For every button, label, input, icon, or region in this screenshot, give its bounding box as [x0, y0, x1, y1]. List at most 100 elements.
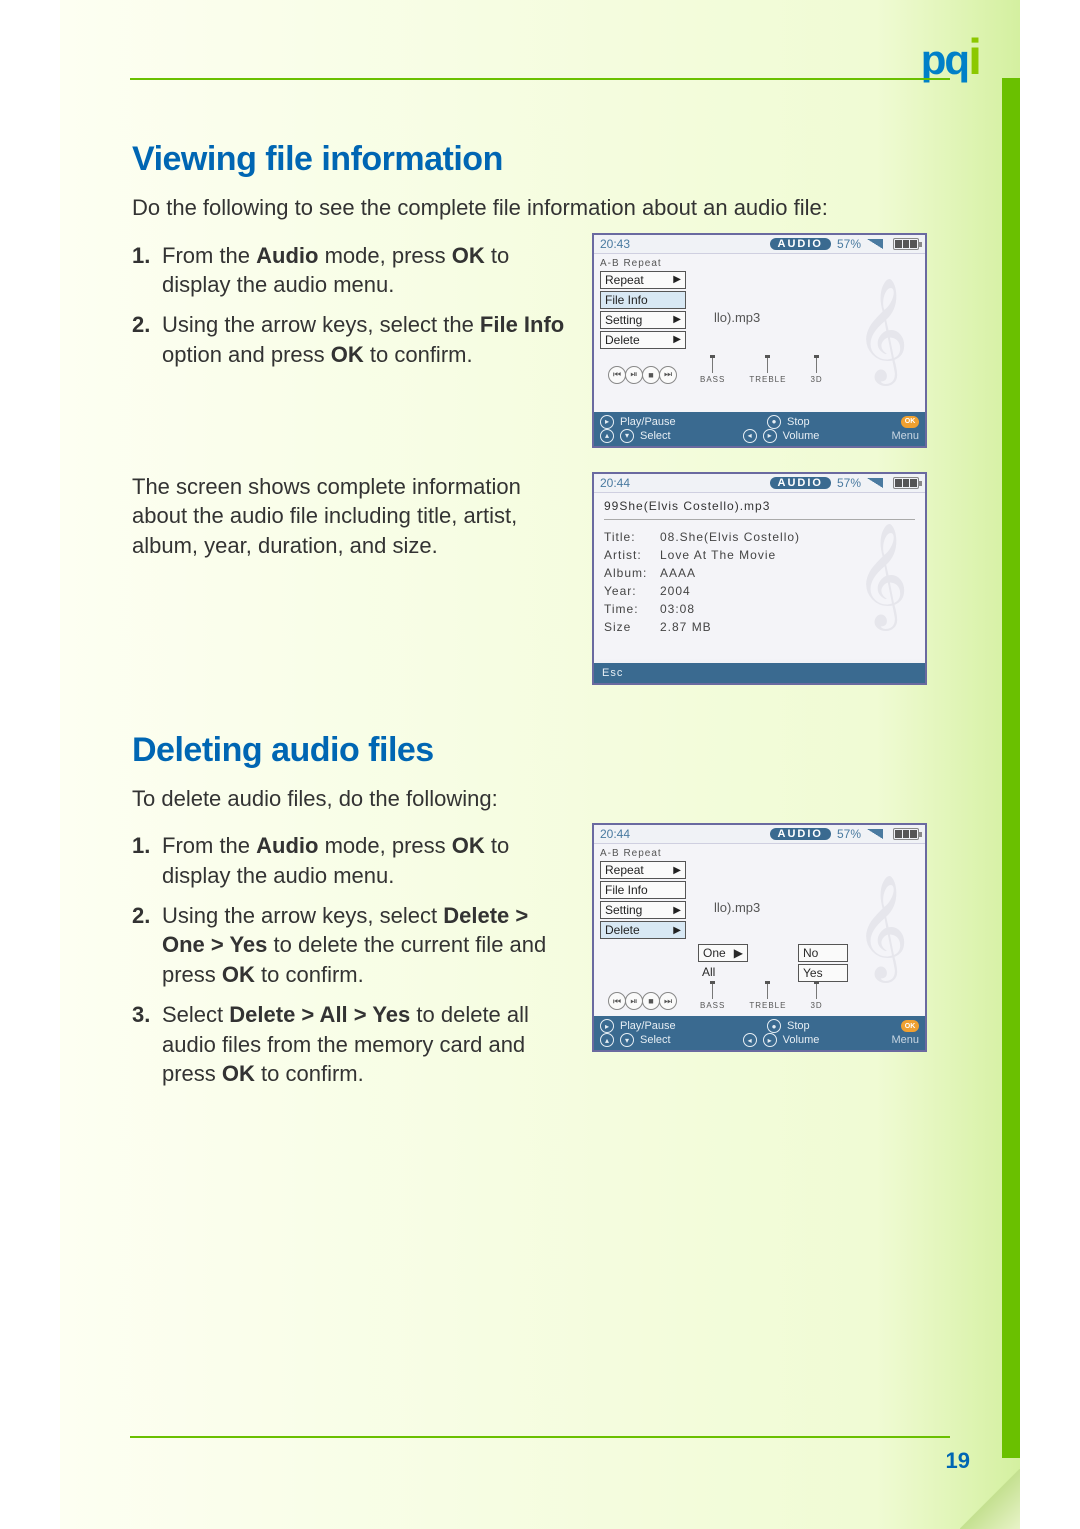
section1-intro: Do the following to see the complete fil…: [132, 193, 952, 223]
softkey-label: Stop: [787, 1020, 810, 1032]
header-rule: [130, 78, 950, 80]
menu-item-delete[interactable]: Delete ▶: [600, 921, 686, 939]
softkey-label: Menu: [891, 1034, 919, 1046]
section1-row2: The screen shows complete information ab…: [132, 472, 952, 685]
menu-item-setting[interactable]: Setting ▶: [600, 901, 686, 919]
menu-label: Setting: [605, 903, 642, 917]
info-value: Love At The Movie: [660, 546, 776, 564]
step-text: Select: [162, 1002, 229, 1027]
page-content: Viewing file information Do the followin…: [132, 110, 952, 1099]
up-key-icon: ▴: [600, 1033, 614, 1047]
next-icon[interactable]: ⏭: [659, 366, 677, 384]
bass-slider[interactable]: BASS: [700, 355, 725, 384]
step-bold: OK: [452, 833, 485, 858]
info-filename: 99She(Elvis Costello).mp3: [604, 499, 915, 513]
clock: 20:43: [600, 237, 630, 251]
stop-icon[interactable]: ■: [642, 992, 660, 1010]
menu-header: A-B Repeat: [600, 258, 919, 269]
step-bold: OK: [452, 243, 485, 268]
stop-key-icon: ●: [767, 415, 781, 429]
chevron-right-icon: ▶: [673, 925, 681, 936]
page-curl: [960, 1469, 1020, 1529]
eq-label: TREBLE: [749, 1001, 786, 1010]
submenu-one[interactable]: One▶: [698, 944, 748, 962]
eq-label: BASS: [700, 1001, 725, 1010]
menu-label: Delete: [605, 923, 640, 937]
menu-item-file-info[interactable]: File Info: [600, 291, 686, 309]
page-number: 19: [946, 1448, 970, 1474]
mode-pill: AUDIO: [770, 828, 831, 840]
menu-header: A-B Repeat: [600, 848, 919, 859]
info-key: Artist:: [604, 546, 660, 564]
3d-slider[interactable]: 3D: [810, 981, 822, 1010]
manual-page: pqi 19 Viewing file information Do the f…: [60, 0, 1020, 1529]
device-statusbar: 20:43 AUDIO 57%: [594, 235, 925, 254]
menu-item-repeat[interactable]: Repeat▶: [600, 271, 686, 289]
chevron-right-icon: ▶: [673, 905, 681, 916]
softkey-label: Volume: [783, 1034, 820, 1046]
info-value: 2004: [660, 582, 691, 600]
step-number: 2.: [132, 901, 150, 931]
info-key: Title:: [604, 528, 660, 546]
step-bold: OK: [222, 1061, 255, 1086]
stop-icon[interactable]: ■: [642, 366, 660, 384]
mode-pill: AUDIO: [770, 477, 831, 489]
screenshot-delete-menu: 20:44 AUDIO 57% 𝄞 A-B Repeat Repeat▶ Fil…: [592, 823, 927, 1052]
menu-item-setting[interactable]: Setting▶: [600, 311, 686, 329]
step-bold: Delete > All > Yes: [229, 1002, 410, 1027]
menu-label: Repeat: [605, 273, 644, 287]
menu-item-delete[interactable]: Delete▶: [600, 331, 686, 349]
step-text: option and press: [162, 342, 331, 367]
info-row: Title:08.She(Elvis Costello): [604, 528, 915, 546]
device-body: 𝄞 A-B Repeat Repeat▶ File Info Setting▶ …: [594, 254, 925, 412]
next-icon[interactable]: ⏭: [659, 992, 677, 1010]
treble-clef-icon: 𝄞: [847, 858, 917, 996]
chevron-right-icon: ▶: [673, 334, 681, 345]
battery-icon: [893, 828, 919, 840]
submenu-yes[interactable]: Yes: [798, 964, 848, 982]
device-statusbar: 20:44 AUDIO 57%: [594, 825, 925, 844]
info-value: 08.She(Elvis Costello): [660, 528, 800, 546]
battery-percent: 57%: [837, 476, 861, 490]
menu-item-file-info[interactable]: File Info: [600, 881, 686, 899]
up-key-icon: ▴: [600, 429, 614, 443]
eq-label: 3D: [810, 375, 822, 384]
left-key-icon: ◂: [743, 429, 757, 443]
step-text: From the: [162, 833, 256, 858]
device-statusbar: 20:44 AUDIO 57%: [594, 474, 925, 493]
logo-accent: i: [968, 29, 980, 85]
info-row: Size2.87 MB: [604, 618, 915, 636]
submenu-all[interactable]: All: [698, 964, 736, 980]
section-title-file-info: Viewing file information: [132, 140, 952, 179]
step-bold: OK: [222, 962, 255, 987]
submenu-no[interactable]: No: [798, 944, 848, 962]
3d-slider[interactable]: 3D: [810, 355, 822, 384]
step-bold: OK: [331, 342, 364, 367]
prev-icon[interactable]: ⏮: [608, 366, 626, 384]
bass-slider[interactable]: BASS: [700, 981, 725, 1010]
clock: 20:44: [600, 827, 630, 841]
esc-softkey[interactable]: Esc: [594, 663, 925, 683]
treble-slider[interactable]: TREBLE: [749, 981, 786, 1010]
step-number: 1.: [132, 241, 150, 271]
play-pause-key-icon: ▸: [600, 415, 614, 429]
prev-icon[interactable]: ⏮: [608, 992, 626, 1010]
battery-percent: 57%: [837, 827, 861, 841]
softkey-label: Menu: [891, 430, 919, 442]
softkey-label: Volume: [783, 430, 820, 442]
info-key: Time:: [604, 600, 660, 618]
step-text: to confirm.: [255, 962, 364, 987]
controls-row: ⏮ ⏯ ■ ⏭ BASS TREBLE 3D: [608, 355, 919, 384]
section1-row1: 1. From the Audio mode, press OK to disp…: [132, 233, 952, 448]
info-value: 2.87 MB: [660, 618, 712, 636]
left-key-icon: ◂: [743, 1033, 757, 1047]
play-pause-icon[interactable]: ⏯: [625, 992, 643, 1010]
treble-slider[interactable]: TREBLE: [749, 355, 786, 384]
menu-label: File Info: [605, 293, 648, 307]
chevron-right-icon: ▶: [673, 314, 681, 325]
menu-item-repeat[interactable]: Repeat▶: [600, 861, 686, 879]
file-info-panel: 𝄞 99She(Elvis Costello).mp3 Title:08.She…: [594, 493, 925, 663]
softkey-label: Select: [640, 1034, 671, 1046]
footer-rule: [130, 1436, 950, 1438]
play-pause-icon[interactable]: ⏯: [625, 366, 643, 384]
